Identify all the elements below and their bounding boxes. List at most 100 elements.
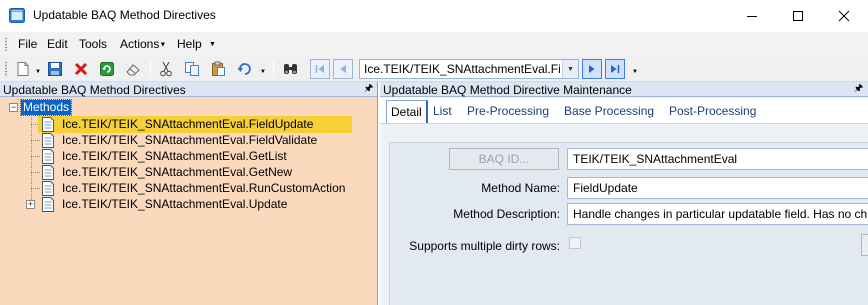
next-record-button[interactable] <box>582 59 602 79</box>
tree-pane: Updatable BAQ Method Directives 🖈 − Meth… <box>0 82 378 305</box>
maximize-icon <box>793 11 803 21</box>
toolbar-overflow-icon[interactable]: ▼ <box>632 69 638 75</box>
tree-item[interactable]: Ice.TEIK/TEIK_SNAttachmentEval.FieldUpda… <box>38 116 352 133</box>
tree-root-methods[interactable]: Methods <box>19 99 73 116</box>
tree-item-label: Ice.TEIK/TEIK_SNAttachmentEval.FieldVali… <box>62 133 318 147</box>
undo-button[interactable] <box>234 59 254 79</box>
multiple-dirty-rows-checkbox[interactable] <box>569 237 581 249</box>
close-button[interactable] <box>821 0 867 32</box>
save-button[interactable] <box>45 59 65 79</box>
method-description-field[interactable]: Handle changes in particular updatable f… <box>567 203 868 225</box>
tree-pane-header: Updatable BAQ Method Directives 🖈 <box>0 82 377 97</box>
next-record-icon <box>589 65 595 73</box>
tree-connector <box>31 140 40 141</box>
maximize-button[interactable] <box>775 0 821 32</box>
pin-icon[interactable]: 🖈 <box>854 84 864 95</box>
menu-edit[interactable]: Edit <box>47 37 68 51</box>
tree-item-label: Ice.TEIK/TEIK_SNAttachmentEval.Update <box>62 197 288 211</box>
tab-detail[interactable]: Detail <box>386 100 428 123</box>
menu-grip-handle[interactable] <box>4 37 8 51</box>
tree-collapse-toggle[interactable]: − <box>9 103 18 112</box>
new-icon <box>17 62 29 76</box>
document-icon <box>42 133 54 148</box>
paste-button[interactable] <box>208 59 228 79</box>
first-record-button[interactable] <box>310 59 330 79</box>
tree-connector <box>31 115 32 204</box>
record-navigation-value: Ice.TEIK/TEIK_SNAttachmentEval.Fi <box>364 62 560 76</box>
toolbar-separator <box>273 60 274 78</box>
pin-icon[interactable]: 🖈 <box>364 84 374 95</box>
cut-button[interactable] <box>156 59 176 79</box>
tree-connector <box>31 156 40 157</box>
toolbar-separator <box>150 60 151 78</box>
app-icon <box>9 8 25 23</box>
menu-bar: File Edit Tools Actions▼ Help ▼ <box>0 32 868 55</box>
copy-button[interactable] <box>182 59 202 79</box>
refresh-icon <box>100 62 114 76</box>
tree-item-label: Ice.TEIK/TEIK_SNAttachmentEval.GetNew <box>62 165 293 179</box>
tab-list[interactable]: List <box>433 104 452 118</box>
window-title: Updatable BAQ Method Directives <box>33 8 216 22</box>
maintenance-pane-title: Updatable BAQ Method Directive Maintenan… <box>383 83 632 97</box>
undo-icon <box>237 63 251 75</box>
menu-file[interactable]: File <box>18 37 37 51</box>
search-button[interactable] <box>281 59 301 79</box>
partial-button[interactable] <box>861 234 868 256</box>
copy-icon <box>185 62 199 76</box>
menu-actions-label: Actions <box>120 37 160 51</box>
cut-icon <box>160 61 172 77</box>
clear-icon <box>126 64 140 76</box>
undo-dropdown-icon[interactable]: ▼ <box>260 69 266 75</box>
tree-item-label: Ice.TEIK/TEIK_SNAttachmentEval.FieldUpda… <box>62 117 314 131</box>
paste-icon <box>212 61 225 76</box>
tab-pre-processing[interactable]: Pre-Processing <box>467 104 549 118</box>
chevron-down-icon: ▼ <box>159 41 167 49</box>
toolbar: ▼ ▼ Ice.TEIK/TEIK_SNAttachmentEval.Fi ▼ … <box>0 55 868 82</box>
document-icon <box>42 181 54 196</box>
clear-button[interactable] <box>123 59 143 79</box>
tab-strip: Detail List Pre-Processing Base Processi… <box>380 98 868 123</box>
minimize-icon <box>747 16 757 17</box>
method-name-field[interactable]: FieldUpdate <box>567 177 868 199</box>
last-record-button[interactable] <box>605 59 625 79</box>
previous-record-icon <box>340 65 346 73</box>
previous-record-button[interactable] <box>333 59 353 79</box>
maintenance-pane: Updatable BAQ Method Directive Maintenan… <box>380 82 868 305</box>
document-icon <box>42 149 54 164</box>
new-button[interactable] <box>13 59 33 79</box>
document-icon <box>42 197 54 212</box>
method-name-label: Method Name: <box>481 181 560 195</box>
document-icon <box>42 117 54 132</box>
save-icon <box>48 62 62 76</box>
tree-expand-toggle[interactable]: + <box>26 200 35 209</box>
tree-pane-title: Updatable BAQ Method Directives <box>3 83 186 97</box>
record-navigation-combo[interactable]: Ice.TEIK/TEIK_SNAttachmentEval.Fi ▼ <box>359 59 579 79</box>
close-icon <box>838 10 850 22</box>
tree-item-label: Ice.TEIK/TEIK_SNAttachmentEval.GetList <box>62 149 287 163</box>
tab-base-processing[interactable]: Base Processing <box>564 104 654 118</box>
delete-icon <box>74 62 88 76</box>
maintenance-pane-header: Updatable BAQ Method Directive Maintenan… <box>380 82 868 97</box>
search-icon <box>284 64 297 74</box>
refresh-button[interactable] <box>97 59 117 79</box>
first-record-icon <box>315 65 324 73</box>
minimize-button[interactable] <box>729 0 775 32</box>
baq-id-field[interactable]: TEIK/TEIK_SNAttachmentEval <box>567 148 868 170</box>
new-dropdown-icon[interactable]: ▼ <box>35 69 41 75</box>
tree-connector <box>31 172 40 173</box>
toolbar-grip-handle[interactable] <box>4 61 8 77</box>
menu-help[interactable]: Help <box>177 37 202 51</box>
last-record-icon <box>611 65 620 73</box>
menu-tools[interactable]: Tools <box>79 37 107 51</box>
tab-post-processing[interactable]: Post-Processing <box>669 104 756 118</box>
title-bar: Updatable BAQ Method Directives <box>0 0 868 32</box>
menu-overflow-icon[interactable]: ▼ <box>209 41 216 48</box>
chevron-down-icon[interactable]: ▼ <box>562 60 578 78</box>
delete-button[interactable] <box>71 59 91 79</box>
tree-connector <box>31 188 40 189</box>
baq-id-button[interactable]: BAQ ID... <box>449 148 559 170</box>
multiple-dirty-rows-label: Supports multiple dirty rows: <box>409 239 560 253</box>
menu-actions[interactable]: Actions▼ <box>120 37 166 51</box>
tree-item-label: Ice.TEIK/TEIK_SNAttachmentEval.RunCustom… <box>62 181 346 195</box>
document-icon <box>42 165 54 180</box>
